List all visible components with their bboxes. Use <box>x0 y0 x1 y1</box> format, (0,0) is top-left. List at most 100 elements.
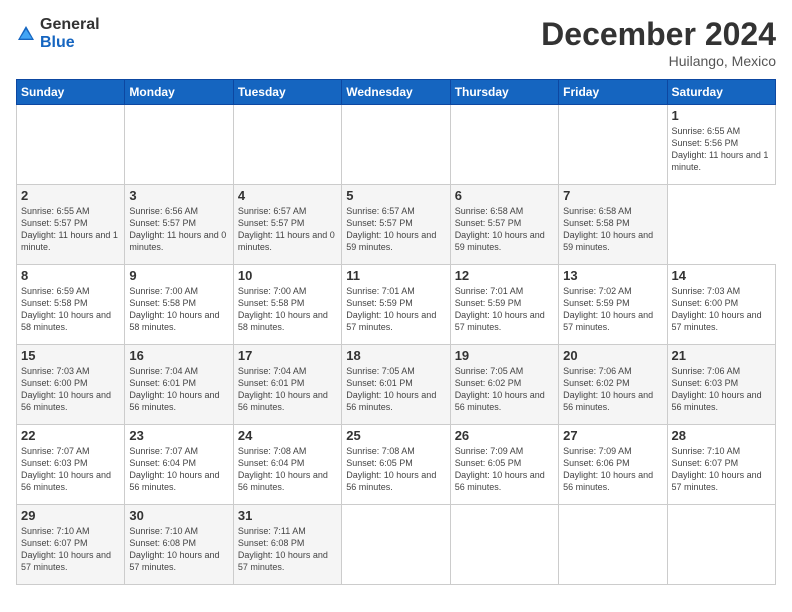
day-number: 3 <box>129 188 228 203</box>
empty-cell <box>125 105 233 185</box>
day-header: Sunday <box>17 80 125 105</box>
cell-info: Sunrise: 7:07 AMSunset: 6:04 PMDaylight:… <box>129 445 228 494</box>
title-block: December 2024 Huilango, Mexico <box>541 16 776 69</box>
empty-cell <box>342 105 450 185</box>
empty-cell <box>667 505 775 585</box>
day-number: 11 <box>346 268 445 283</box>
calendar-day-cell: 8 Sunrise: 6:59 AMSunset: 5:58 PMDaylight… <box>17 265 125 345</box>
day-number: 7 <box>563 188 662 203</box>
day-number: 27 <box>563 428 662 443</box>
cell-info: Sunrise: 6:57 AMSunset: 5:57 PMDaylight:… <box>238 205 337 254</box>
day-number: 19 <box>455 348 554 363</box>
calendar-day-cell: 23 Sunrise: 7:07 AMSunset: 6:04 PMDayligh… <box>125 425 233 505</box>
calendar-table: SundayMondayTuesdayWednesdayThursdayFrid… <box>16 79 776 585</box>
logo-icon <box>16 24 36 44</box>
day-number: 6 <box>455 188 554 203</box>
cell-info: Sunrise: 7:09 AMSunset: 6:05 PMDaylight:… <box>455 445 554 494</box>
calendar-day-cell: 12Sunrise: 7:01 AMSunset: 5:59 PMDayligh… <box>450 265 558 345</box>
cell-info: Sunrise: 7:04 AMSunset: 6:01 PMDaylight:… <box>129 365 228 414</box>
day-number: 15 <box>21 348 120 363</box>
calendar-day-cell: 22 Sunrise: 7:07 AMSunset: 6:03 PMDayligh… <box>17 425 125 505</box>
day-number: 31 <box>238 508 337 523</box>
day-number: 12 <box>455 268 554 283</box>
calendar-day-cell: 24 Sunrise: 7:08 AMSunset: 6:04 PMDayligh… <box>233 425 341 505</box>
empty-cell <box>450 105 558 185</box>
calendar-day-cell: 11 Sunrise: 7:01 AMSunset: 5:59 PMDayligh… <box>342 265 450 345</box>
calendar-day-cell: 7 Sunrise: 6:58 AMSunset: 5:58 PMDaylight… <box>559 185 667 265</box>
calendar-day-cell: 15Sunrise: 7:03 AMSunset: 6:00 PMDayligh… <box>17 345 125 425</box>
calendar-week-row: 1 Sunrise: 6:55 AMSunset: 5:56 PMDaylight… <box>17 105 776 185</box>
day-number: 24 <box>238 428 337 443</box>
logo: General Blue <box>16 16 100 52</box>
calendar-container: General Blue December 2024 Huilango, Mex… <box>0 0 792 593</box>
day-number: 25 <box>346 428 445 443</box>
day-number: 28 <box>672 428 771 443</box>
cell-info: Sunrise: 6:55 AMSunset: 5:56 PMDaylight:… <box>672 125 771 174</box>
calendar-day-cell: 3Sunrise: 6:56 AMSunset: 5:57 PMDaylight… <box>125 185 233 265</box>
day-number: 23 <box>129 428 228 443</box>
day-number: 13 <box>563 268 662 283</box>
day-number: 10 <box>238 268 337 283</box>
cell-info: Sunrise: 7:08 AMSunset: 6:04 PMDaylight:… <box>238 445 337 494</box>
logo-text-general: General <box>40 16 100 33</box>
cell-info: Sunrise: 7:10 AMSunset: 6:08 PMDaylight:… <box>129 525 228 574</box>
calendar-week-row: 8 Sunrise: 6:59 AMSunset: 5:58 PMDaylight… <box>17 265 776 345</box>
day-number: 5 <box>346 188 445 203</box>
day-number: 4 <box>238 188 337 203</box>
day-number: 17 <box>238 348 337 363</box>
cell-info: Sunrise: 6:59 AMSunset: 5:58 PMDaylight:… <box>21 285 120 334</box>
calendar-day-cell: 2Sunrise: 6:55 AMSunset: 5:57 PMDaylight… <box>17 185 125 265</box>
calendar-day-cell: 29 Sunrise: 7:10 AMSunset: 6:07 PMDayligh… <box>17 505 125 585</box>
calendar-day-cell: 31Sunrise: 7:11 AMSunset: 6:08 PMDayligh… <box>233 505 341 585</box>
day-number: 22 <box>21 428 120 443</box>
month-title: December 2024 <box>541 16 776 53</box>
cell-info: Sunrise: 7:06 AMSunset: 6:02 PMDaylight:… <box>563 365 662 414</box>
cell-info: Sunrise: 7:09 AMSunset: 6:06 PMDaylight:… <box>563 445 662 494</box>
day-number: 20 <box>563 348 662 363</box>
calendar-day-cell: 14Sunrise: 7:03 AMSunset: 6:00 PMDayligh… <box>667 265 775 345</box>
cell-info: Sunrise: 7:00 AMSunset: 5:58 PMDaylight:… <box>238 285 337 334</box>
calendar-week-row: 29 Sunrise: 7:10 AMSunset: 6:07 PMDayligh… <box>17 505 776 585</box>
cell-info: Sunrise: 6:58 AMSunset: 5:57 PMDaylight:… <box>455 205 554 254</box>
calendar-week-row: 22 Sunrise: 7:07 AMSunset: 6:03 PMDayligh… <box>17 425 776 505</box>
day-number: 2 <box>21 188 120 203</box>
empty-cell <box>342 505 450 585</box>
empty-cell <box>559 105 667 185</box>
calendar-day-cell: 1 Sunrise: 6:55 AMSunset: 5:56 PMDaylight… <box>667 105 775 185</box>
calendar-day-cell: 4 Sunrise: 6:57 AMSunset: 5:57 PMDaylight… <box>233 185 341 265</box>
cell-info: Sunrise: 7:05 AMSunset: 6:01 PMDaylight:… <box>346 365 445 414</box>
calendar-day-cell: 5Sunrise: 6:57 AMSunset: 5:57 PMDaylight… <box>342 185 450 265</box>
day-number: 16 <box>129 348 228 363</box>
day-header: Monday <box>125 80 233 105</box>
day-header: Saturday <box>667 80 775 105</box>
cell-info: Sunrise: 7:06 AMSunset: 6:03 PMDaylight:… <box>672 365 771 414</box>
day-header: Tuesday <box>233 80 341 105</box>
cell-info: Sunrise: 7:04 AMSunset: 6:01 PMDaylight:… <box>238 365 337 414</box>
calendar-day-cell: 21Sunrise: 7:06 AMSunset: 6:03 PMDayligh… <box>667 345 775 425</box>
cell-info: Sunrise: 7:02 AMSunset: 5:59 PMDaylight:… <box>563 285 662 334</box>
day-header: Wednesday <box>342 80 450 105</box>
calendar-header-row: SundayMondayTuesdayWednesdayThursdayFrid… <box>17 80 776 105</box>
logo-text-blue: Blue <box>40 34 75 51</box>
cell-info: Sunrise: 7:08 AMSunset: 6:05 PMDaylight:… <box>346 445 445 494</box>
calendar-day-cell: 9Sunrise: 7:00 AMSunset: 5:58 PMDaylight… <box>125 265 233 345</box>
cell-info: Sunrise: 7:01 AMSunset: 5:59 PMDaylight:… <box>346 285 445 334</box>
calendar-day-cell: 6 Sunrise: 6:58 AMSunset: 5:57 PMDaylight… <box>450 185 558 265</box>
day-number: 29 <box>21 508 120 523</box>
calendar-day-cell: 16 Sunrise: 7:04 AMSunset: 6:01 PMDayligh… <box>125 345 233 425</box>
day-header: Thursday <box>450 80 558 105</box>
day-number: 1 <box>672 108 771 123</box>
calendar-day-cell: 10 Sunrise: 7:00 AMSunset: 5:58 PMDayligh… <box>233 265 341 345</box>
empty-cell <box>559 505 667 585</box>
day-number: 9 <box>129 268 228 283</box>
location: Huilango, Mexico <box>541 53 776 69</box>
calendar-day-cell: 26 Sunrise: 7:09 AMSunset: 6:05 PMDayligh… <box>450 425 558 505</box>
cell-info: Sunrise: 6:58 AMSunset: 5:58 PMDaylight:… <box>563 205 662 254</box>
empty-cell <box>233 105 341 185</box>
cell-info: Sunrise: 7:10 AMSunset: 6:07 PMDaylight:… <box>21 525 120 574</box>
day-number: 26 <box>455 428 554 443</box>
day-number: 8 <box>21 268 120 283</box>
calendar-day-cell: 30Sunrise: 7:10 AMSunset: 6:08 PMDayligh… <box>125 505 233 585</box>
calendar-day-cell: 19Sunrise: 7:05 AMSunset: 6:02 PMDayligh… <box>450 345 558 425</box>
cell-info: Sunrise: 7:07 AMSunset: 6:03 PMDaylight:… <box>21 445 120 494</box>
